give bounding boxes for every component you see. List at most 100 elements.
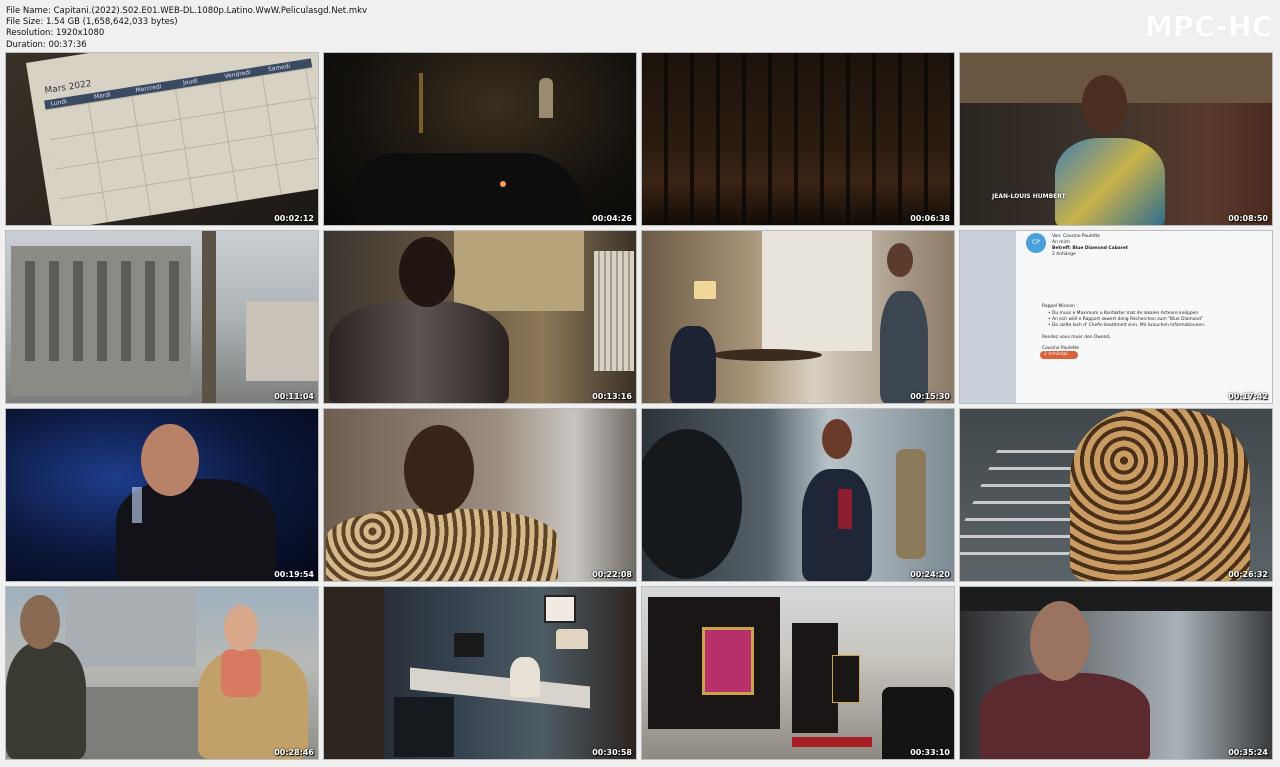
timestamp: 00:04:26: [592, 214, 632, 223]
person-silhouette: [539, 78, 553, 118]
attachments-button-label: 2 Anhänge: [1044, 352, 1068, 357]
file-info: File Name: Capitani.(2022).S02.E01.WEB-D…: [6, 6, 367, 51]
curtain: [454, 231, 584, 311]
timestamp: 00:35:24: [1228, 748, 1268, 757]
window-light: [762, 231, 872, 351]
man-head: [1030, 601, 1090, 681]
man-head: [141, 424, 199, 496]
man-head: [1082, 75, 1127, 133]
mail-line-5: Rendez vous muer den Owend,: [1042, 335, 1111, 340]
man-standing: [880, 291, 928, 403]
woman-jacket: [802, 469, 872, 581]
foreground-figure: [324, 587, 384, 759]
thumbnail-7: 00:15:30: [641, 230, 955, 404]
sender-avatar: CP: [1026, 233, 1046, 253]
tail-light: [500, 181, 506, 187]
timestamp: 00:22:08: [592, 570, 632, 579]
thumbnail-grid: Mars 2022 Lundi Mardi Mercredi Jeudi Ven…: [5, 52, 1274, 760]
bearded-man-jacket: [6, 642, 86, 759]
woman-head: [404, 425, 474, 515]
thumbnail-4: JEAN-LOUIS HUMBERT 00:08:50: [959, 52, 1273, 226]
resolution: Resolution: 1920x1080: [6, 28, 105, 39]
timestamp: 00:24:20: [910, 570, 950, 579]
timestamp: 00:17:42: [1228, 392, 1268, 401]
duration: Duration: 00:37:36: [6, 39, 87, 50]
background-buildings: [66, 587, 196, 667]
car-ceiling: [960, 587, 1272, 611]
mail-sidebar: [960, 231, 1016, 403]
woman-head: [822, 419, 852, 459]
calendar-paper: Mars 2022 Lundi Mardi Mercredi Jeudi Ven…: [26, 53, 318, 225]
timestamp: 00:08:50: [1228, 214, 1268, 223]
woman-seated: [670, 326, 716, 403]
small-portrait: [832, 655, 860, 703]
bearded-man-head: [20, 595, 60, 649]
hoodie-jacket: [329, 301, 509, 403]
red-carpet: [792, 737, 872, 747]
building-right: [246, 301, 318, 381]
thumbnail-1: Mars 2022 Lundi Mardi Mercredi Jeudi Ven…: [5, 52, 319, 226]
woman-at-desk: [510, 657, 540, 697]
glass: [132, 487, 142, 523]
thumbnail-12: 00:26:32: [959, 408, 1273, 582]
timestamp: 00:19:54: [274, 570, 314, 579]
thumbnail-9: 00:19:54: [5, 408, 319, 582]
leopard-coat: [1070, 409, 1250, 581]
lamp: [694, 281, 716, 299]
man-head: [399, 237, 455, 307]
mpc-hc-logo: MPC-HC: [1144, 10, 1273, 43]
thumbnail-6: 00:13:16: [323, 230, 637, 404]
tree-trunks: [642, 53, 954, 225]
mail-line-3: • An ech wëll e Rapport iwwert deng Rech…: [1048, 317, 1203, 322]
leopard-coat: [326, 509, 558, 581]
mail-attachments: 2 Anhänge: [1052, 252, 1076, 257]
file-size: File Size: 1.54 GB (1,658,642,033 bytes): [6, 17, 178, 28]
desk-lamp: [556, 629, 588, 649]
timestamp: 00:06:38: [910, 214, 950, 223]
red-top: [838, 489, 852, 529]
young-man-head: [224, 605, 258, 651]
calendar-grid: [45, 67, 318, 225]
man-head: [887, 243, 913, 277]
mail-subject: Betreff: Blue Diamond Cabaret: [1052, 246, 1128, 251]
mail-line-4: • Do sollte Iech d' Chefin bestëmmt sinn…: [1048, 323, 1206, 328]
pole: [419, 73, 423, 133]
mail-line-2: • Du muss e Maximum u Kontakter mat de l…: [1048, 311, 1199, 316]
building-windows: [11, 261, 191, 361]
timestamp: 00:15:30: [910, 392, 950, 401]
tree-trunk: [202, 231, 216, 403]
pink-hoodie: [221, 649, 261, 697]
framed-portrait: [702, 627, 754, 695]
thumbnail-5: 00:11:04: [5, 230, 319, 404]
mail-line-1: Rappel Mission :: [1042, 304, 1078, 309]
hanging-coat: [896, 449, 926, 559]
maroon-jacket: [980, 673, 1150, 759]
mail-to: An mich: [1052, 240, 1070, 245]
thumbnail-8: CP Von: Cousine Paulette An mich Betreff…: [959, 230, 1273, 404]
timestamp: 00:33:10: [910, 748, 950, 757]
timestamp: 00:28:46: [274, 748, 314, 757]
thumbnail-14: 00:30:58: [323, 586, 637, 760]
character-caption: JEAN-LOUIS HUMBERT: [992, 193, 1066, 200]
foreground-head: [642, 429, 742, 579]
file-name: File Name: Capitani.(2022).S02.E01.WEB-D…: [6, 6, 368, 16]
thumbnail-2: 00:04:26: [323, 52, 637, 226]
timestamp: 00:30:58: [592, 748, 632, 757]
timestamp: 00:02:12: [274, 214, 314, 223]
car-silhouette: [354, 153, 584, 225]
street: [66, 687, 206, 759]
thumbnail-16: 00:35:24: [959, 586, 1273, 760]
avatar-initials: CP: [1032, 239, 1040, 246]
thumbnail-3: 00:06:38: [641, 52, 955, 226]
office-chair: [394, 697, 454, 757]
thumbnail-11: 00:24:20: [641, 408, 955, 582]
patterned-shirt: [1055, 138, 1165, 225]
attachments-button: 2 Anhänge: [1040, 351, 1078, 359]
timestamp: 00:11:04: [274, 392, 314, 401]
mail-from: Von: Cousine Paulette: [1052, 234, 1100, 239]
thumbnail-13: 00:28:46: [5, 586, 319, 760]
monitor: [454, 633, 484, 657]
table: [712, 349, 822, 361]
thumbnail-15: 00:33:10: [641, 586, 955, 760]
timestamp: 00:13:16: [592, 392, 632, 401]
